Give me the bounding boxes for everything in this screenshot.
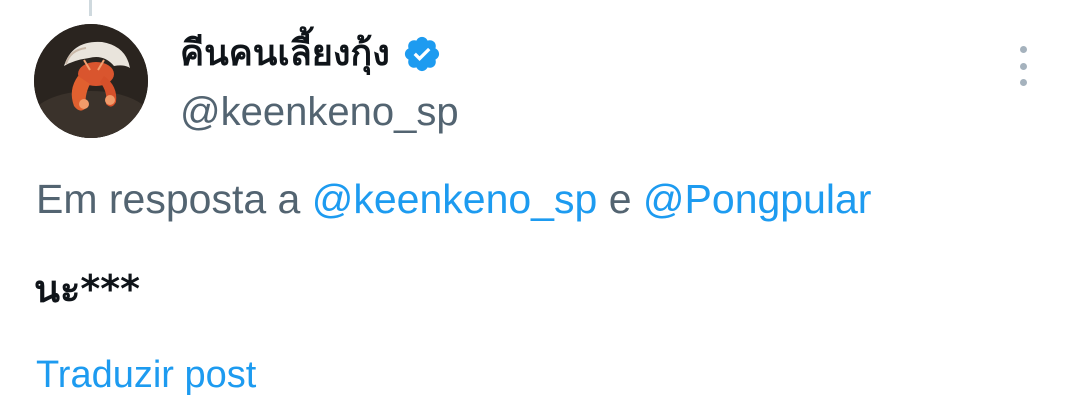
post-text: นะ*** <box>34 267 141 311</box>
more-dot <box>1019 46 1027 53</box>
verified-badge-icon[interactable] <box>402 34 442 74</box>
reply-mention-pongpular[interactable]: @Pongpular <box>643 176 872 222</box>
translate-post-link[interactable]: Traduzir post <box>36 354 256 397</box>
hermit-crab-avatar-icon <box>34 24 148 138</box>
more-dot <box>1019 79 1027 86</box>
avatar[interactable] <box>34 24 148 138</box>
reply-mention-keenkeno[interactable]: @keenkeno_sp <box>312 176 598 222</box>
author-name-row: คีนคนเลี้ยงกุ้ง <box>180 26 442 82</box>
author-display-name[interactable]: คีนคนเลี้ยงกุ้ง <box>180 36 390 72</box>
author-handle[interactable]: @keenkeno_sp <box>180 90 459 135</box>
more-options-icon[interactable] <box>1008 46 1038 86</box>
more-dot <box>1019 62 1027 70</box>
reply-context: Em resposta a @keenkeno_sp e @Pongpular <box>36 176 871 223</box>
thread-connector-line <box>89 0 92 16</box>
reply-prefix: Em resposta a <box>36 176 301 222</box>
reply-conjunction: e <box>608 176 632 222</box>
